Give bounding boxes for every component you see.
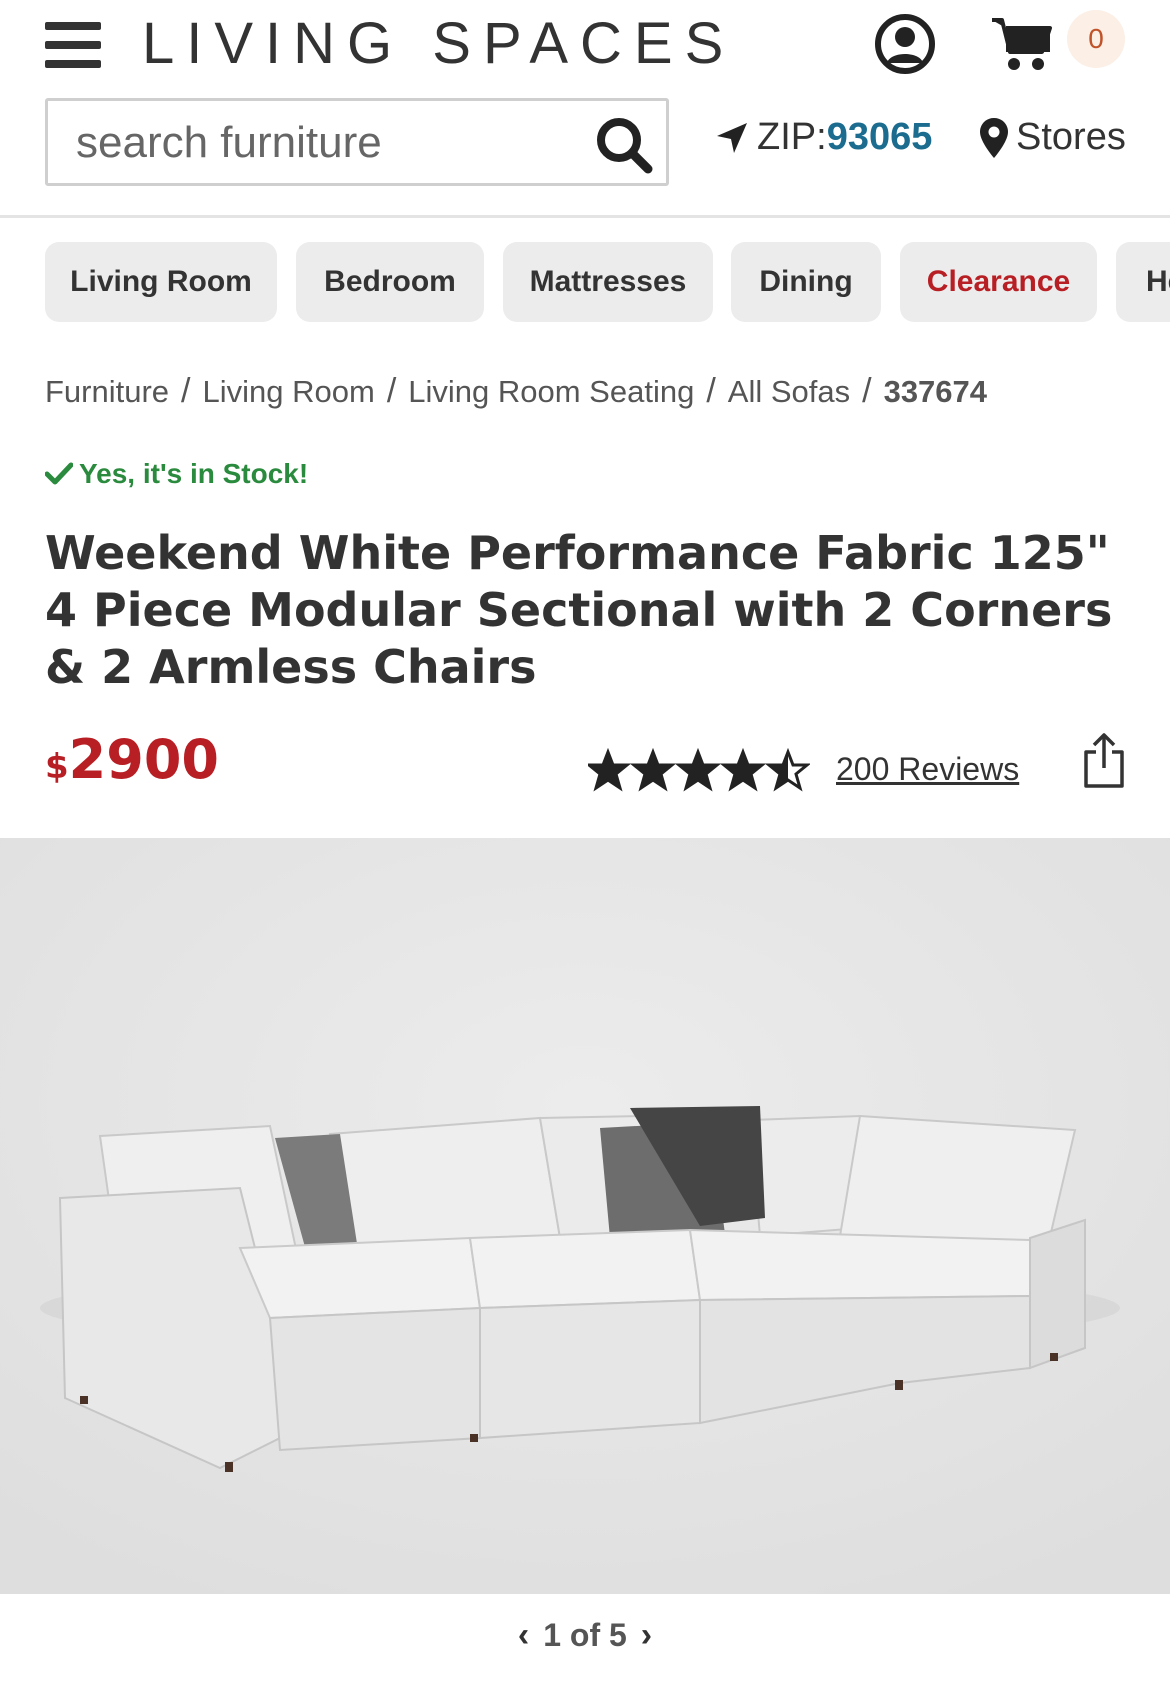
breadcrumb: Furniture / Living Room / Living Room Seatin…: [45, 372, 988, 410]
breadcrumb-current-sku: 337674: [883, 374, 988, 409]
zip-value: 93065: [826, 116, 933, 158]
check-icon: [45, 462, 73, 485]
category-dining[interactable]: Dining: [731, 242, 881, 322]
zip-label: ZIP:: [757, 116, 827, 158]
location-arrow-icon: [717, 122, 747, 153]
star-icon: [632, 750, 674, 790]
chevron-right-icon[interactable]: ›: [641, 1616, 652, 1655]
star-rating[interactable]: [588, 748, 810, 792]
stores-link[interactable]: Stores: [980, 116, 1126, 159]
account-icon[interactable]: [874, 13, 936, 75]
category-clearance[interactable]: Clearance: [900, 242, 1097, 322]
star-icon: [722, 750, 764, 790]
site-logo[interactable]: LIVING SPACES: [142, 10, 735, 77]
zip-selector[interactable]: ZIP: 93065: [715, 116, 932, 159]
site-header: LIVING SPACES 0 ZIP: 93065 Stores: [0, 0, 1170, 218]
star-icon: [677, 750, 719, 790]
image-carousel-controls: ‹ 1 of 5 ›: [0, 1594, 1170, 1676]
category-partial[interactable]: He: [1116, 242, 1170, 322]
chevron-left-icon[interactable]: ‹: [518, 1616, 529, 1655]
half-star-icon: [767, 750, 809, 790]
cart-icon[interactable]: [990, 14, 1054, 72]
reviews-link[interactable]: 200 Reviews: [836, 751, 1019, 788]
carousel-position: 1 of 5: [543, 1616, 627, 1653]
sectional-sofa-image: [0, 838, 1170, 1594]
breadcrumb-all-sofas[interactable]: All Sofas: [728, 374, 850, 409]
breadcrumb-living-room-seating[interactable]: Living Room Seating: [408, 374, 694, 409]
price-currency: $: [45, 747, 69, 787]
search-input[interactable]: [74, 101, 578, 185]
category-living-room[interactable]: Living Room: [45, 242, 277, 322]
search-box: [45, 98, 669, 186]
product-price: $2900: [45, 728, 219, 791]
breadcrumb-furniture[interactable]: Furniture: [45, 374, 169, 409]
hamburger-menu-icon[interactable]: [45, 22, 101, 68]
star-icon: [588, 750, 629, 790]
map-pin-icon: [980, 117, 1008, 158]
product-title: Weekend White Performance Fabric 125" 4 …: [45, 526, 1113, 694]
breadcrumb-living-room[interactable]: Living Room: [203, 374, 375, 409]
product-image[interactable]: [0, 838, 1170, 1594]
cart-count-badge[interactable]: 0: [1067, 10, 1125, 68]
stock-status: Yes, it's in Stock!: [45, 458, 308, 490]
search-icon[interactable]: [594, 115, 654, 175]
share-icon[interactable]: [1082, 732, 1126, 790]
price-amount: 2900: [68, 728, 219, 791]
category-mattresses[interactable]: Mattresses: [503, 242, 713, 322]
category-nav: Living Room Bedroom Mattresses Dining Cl…: [0, 242, 1170, 324]
stock-status-text: Yes, it's in Stock!: [79, 458, 309, 489]
stores-label: Stores: [1016, 116, 1126, 158]
category-bedroom[interactable]: Bedroom: [296, 242, 484, 322]
